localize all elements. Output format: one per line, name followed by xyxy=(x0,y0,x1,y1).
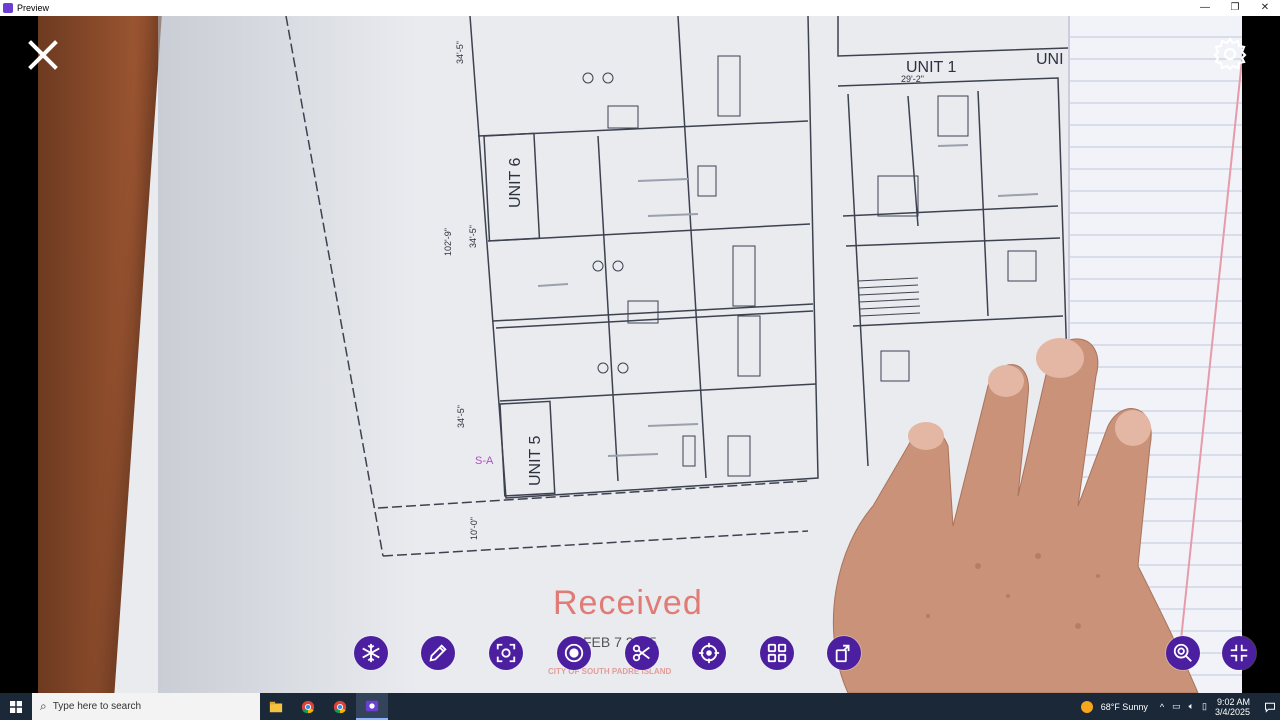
zoom-icon[interactable] xyxy=(1166,636,1200,670)
svg-text:34'-5": 34'-5" xyxy=(468,225,478,248)
svg-text:102'-9": 102'-9" xyxy=(443,228,453,256)
notification-icon[interactable] xyxy=(1260,693,1280,720)
minimize-button[interactable]: — xyxy=(1190,0,1220,16)
freeze-snowflake-icon[interactable] xyxy=(354,636,388,670)
sun-icon xyxy=(1080,700,1093,713)
window-controls: — ❐ ✕ xyxy=(1190,0,1280,16)
search-placeholder: Type here to search xyxy=(52,701,142,712)
svg-text:10'-0": 10'-0" xyxy=(469,517,479,540)
chrome-profile-icon[interactable] xyxy=(324,693,356,720)
clock-time: 9:02 AM xyxy=(1216,696,1250,707)
battery-icon[interactable]: ▯ xyxy=(1202,701,1207,712)
close-icon[interactable] xyxy=(26,38,60,72)
system-tray: 68°F Sunny ^ ▭ 🔈︎ ▯ 9:02 AM 3/4/2025 xyxy=(1080,693,1280,720)
volume-icon[interactable]: 🔈︎ xyxy=(1189,701,1194,712)
camera-feed: UNIT 1 UNI 29'-2" UNIT 6 UNIT 5 34'-5" 1… xyxy=(38,16,1242,693)
restore-button[interactable]: ❐ xyxy=(1220,0,1250,16)
svg-text:UNIT 5: UNIT 5 xyxy=(527,436,544,486)
app-icon xyxy=(3,3,13,13)
svg-text:UNIT 6: UNIT 6 xyxy=(507,158,524,208)
svg-text:34'-5": 34'-5" xyxy=(456,405,466,428)
taskbar: ⌕ Type here to search 68°F Sunny ^ ▭ 🔈︎ … xyxy=(0,693,1280,720)
rotate-icon[interactable] xyxy=(827,636,861,670)
received-stamp: Received xyxy=(553,584,703,622)
svg-text:29'-2": 29'-2" xyxy=(901,74,924,84)
search-icon: ⌕ xyxy=(40,699,47,713)
gear-icon[interactable] xyxy=(1212,36,1248,72)
svg-text:S-A: S-A xyxy=(475,455,494,467)
tray-overflow-icon[interactable]: ^ xyxy=(1160,702,1164,712)
preview-app-icon[interactable] xyxy=(356,693,388,720)
screenshot-icon[interactable] xyxy=(489,636,523,670)
window-title: Preview xyxy=(17,3,50,13)
weather-widget[interactable]: 68°F Sunny xyxy=(1080,700,1148,713)
network-icon[interactable]: ▭ xyxy=(1172,701,1181,712)
crosshair-icon[interactable] xyxy=(692,636,726,670)
scissors-icon[interactable] xyxy=(625,636,659,670)
camera-view: UNIT 1 UNI 29'-2" UNIT 6 UNIT 5 34'-5" 1… xyxy=(0,16,1280,693)
windows-start-icon[interactable] xyxy=(0,693,32,720)
exit-fullscreen-icon[interactable] xyxy=(1222,636,1256,670)
chrome-icon[interactable] xyxy=(292,693,324,720)
record-icon[interactable] xyxy=(557,636,591,670)
weather-text: 68°F Sunny xyxy=(1100,701,1148,712)
close-window-button[interactable]: ✕ xyxy=(1250,0,1280,16)
pen-icon[interactable] xyxy=(421,636,455,670)
clock-date: 3/4/2025 xyxy=(1214,706,1250,717)
svg-text:34'-5": 34'-5" xyxy=(455,41,465,64)
file-explorer-icon[interactable] xyxy=(260,693,292,720)
window-title-bar: Preview — ❐ ✕ xyxy=(0,0,1280,16)
clock[interactable]: 9:02 AM 3/4/2025 xyxy=(1215,697,1250,717)
grid-icon[interactable] xyxy=(760,636,794,670)
svg-text:UNI: UNI xyxy=(1036,51,1064,68)
taskbar-search-input[interactable]: ⌕ Type here to search xyxy=(32,693,260,720)
